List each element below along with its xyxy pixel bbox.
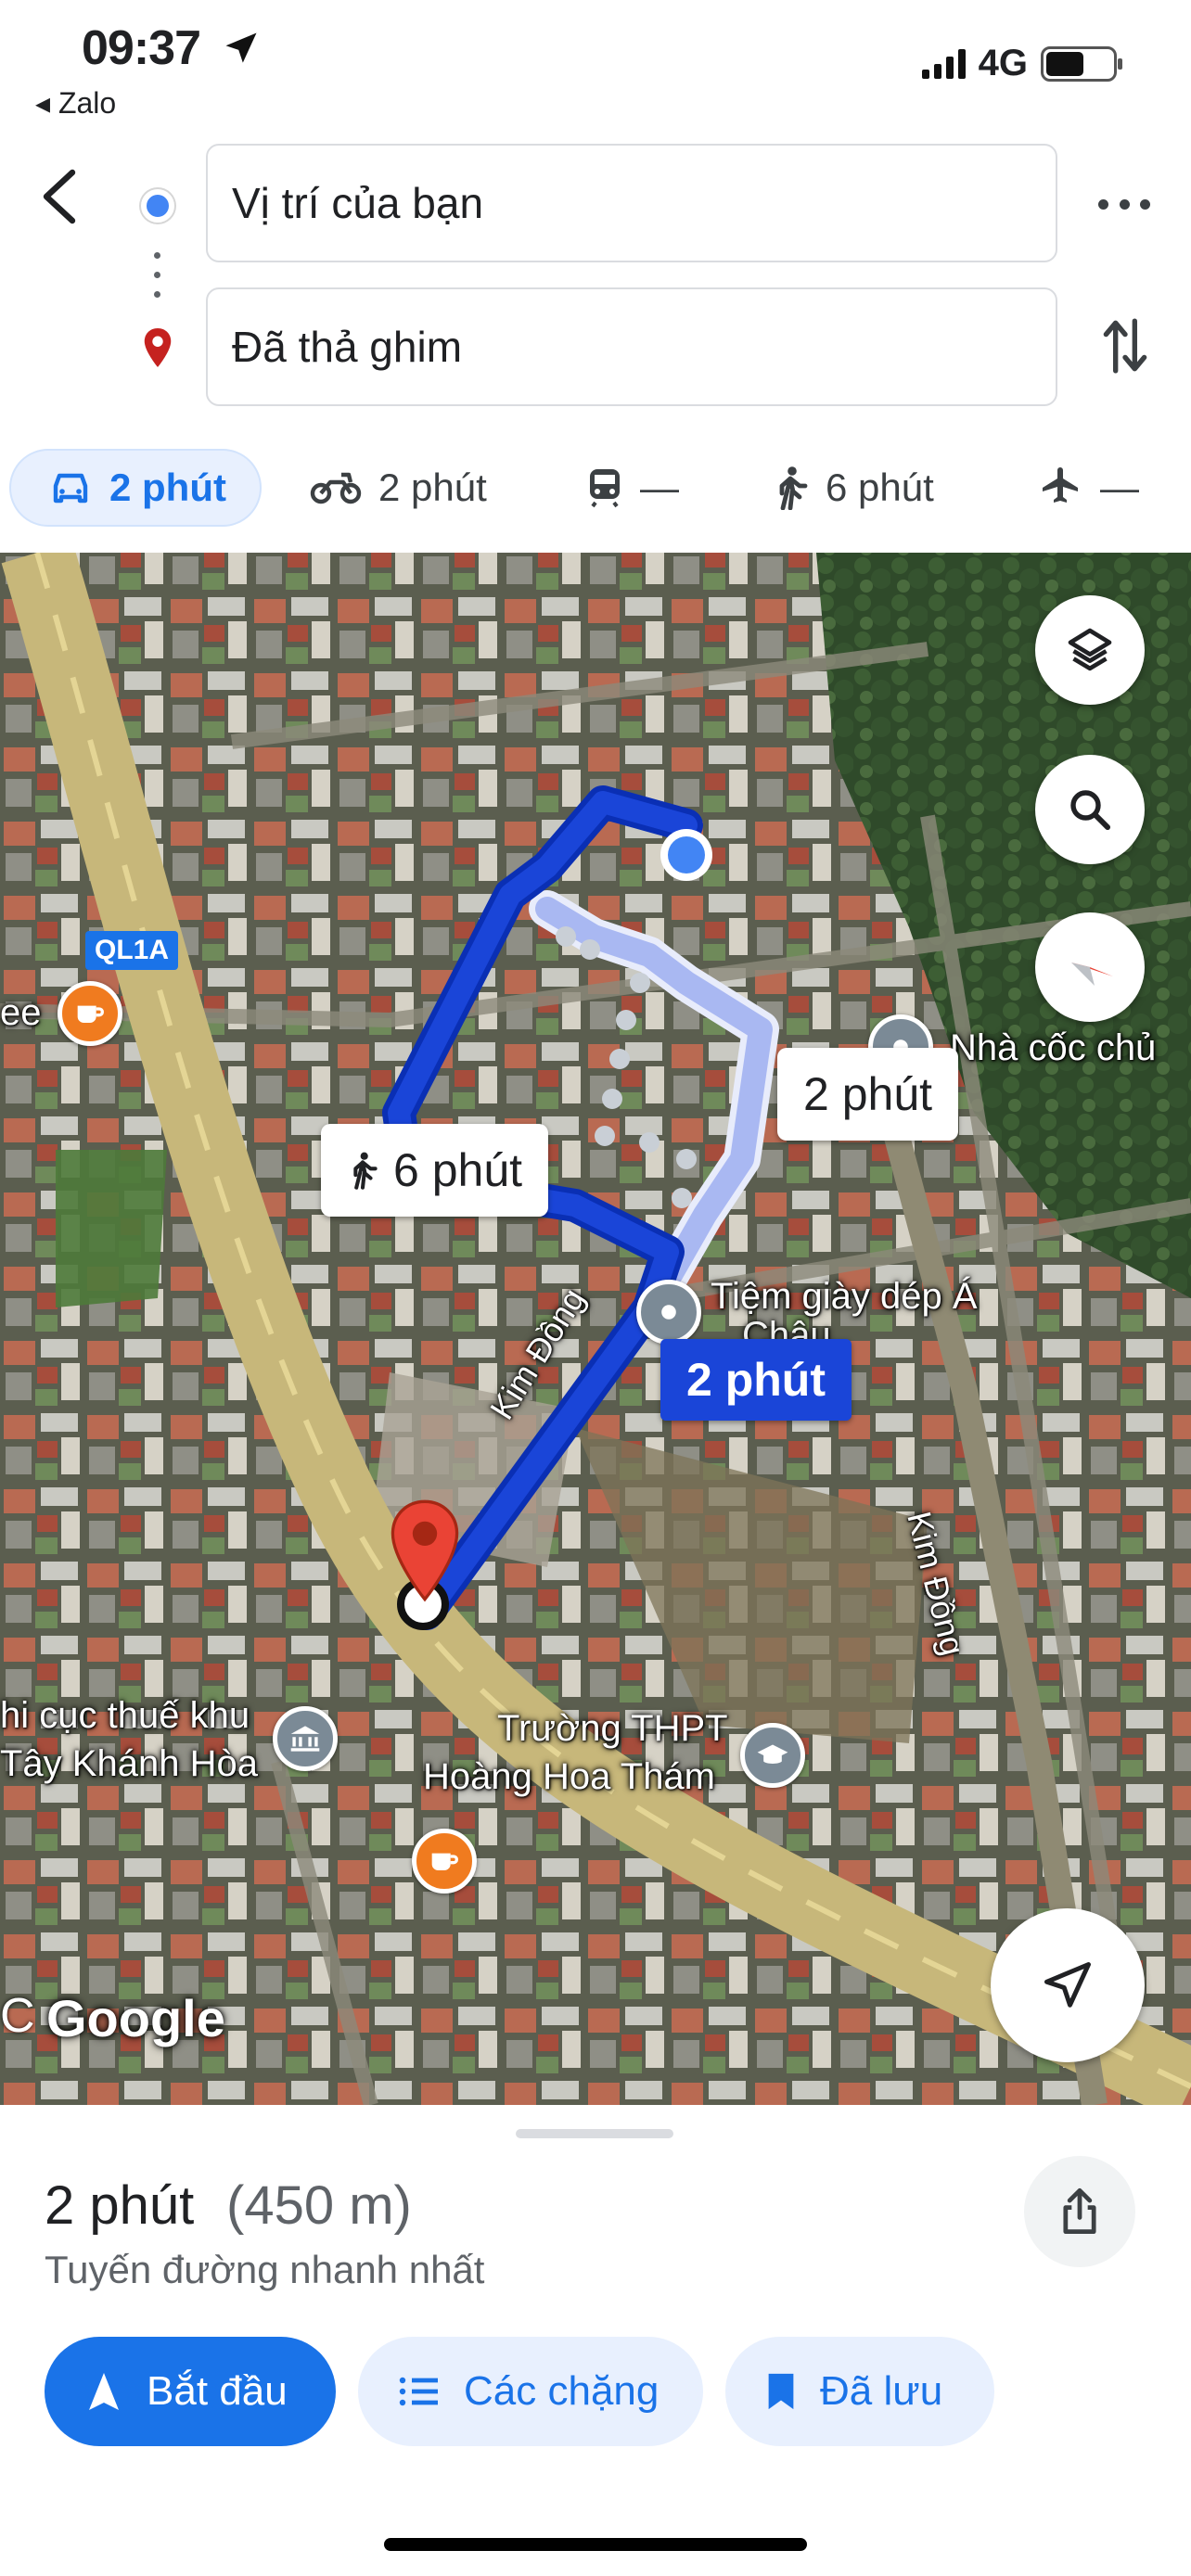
map-label-school: Trường THPT	[497, 1708, 728, 1749]
coffee-cup-icon	[77, 1005, 104, 1023]
coffee-cup-icon	[431, 1853, 458, 1870]
route-connector-icon	[154, 252, 161, 300]
graduation-cap-icon	[757, 1744, 788, 1764]
cell-signal-icon	[921, 48, 966, 79]
map-label-tax-office-2: Tây Khánh Hòa	[0, 1743, 258, 1784]
more-options-icon[interactable]	[1098, 181, 1150, 227]
flight-icon	[1043, 467, 1078, 503]
mode-label-car: 2 phút	[109, 465, 226, 509]
map-label-edge: C	[0, 1989, 35, 2043]
school-icon[interactable]	[740, 1723, 805, 1788]
map-label-school-2: Hoàng Hoa Thám	[423, 1756, 715, 1797]
cafe-icon[interactable]	[58, 981, 122, 1046]
map-label-tiem-giay: Tiệm giày dép Á	[711, 1276, 978, 1317]
main-route-callout[interactable]: 2 phút	[660, 1339, 852, 1421]
network-type: 4G	[978, 43, 1028, 83]
status-indicators: 4G	[921, 43, 1122, 84]
destination-field[interactable]: Đã thả ghim	[206, 287, 1057, 406]
walk-time-label: 6 phút	[393, 1144, 523, 1196]
map-label-tax-office: hi cục thuế khu	[0, 1695, 250, 1736]
start-navigation-button[interactable]: Bắt đầu	[45, 2337, 336, 2446]
cafe-icon-2[interactable]	[412, 1829, 477, 1894]
status-time: 09:37	[82, 21, 201, 75]
building-columns-icon	[290, 1726, 320, 1752]
swap-direction-icon[interactable]	[1102, 315, 1148, 376]
government-building-icon[interactable]	[273, 1706, 338, 1771]
search-icon	[1070, 790, 1111, 831]
navigation-arrow-icon	[1044, 1962, 1091, 2008]
road-badge-ql1a: QL1A	[85, 931, 179, 970]
summary-duration: 2 phút	[45, 2175, 195, 2236]
status-bar: 09:37 ◂ Zalo 4G	[0, 0, 1191, 130]
start-label: Bắt đầu	[147, 2368, 288, 2414]
mode-tab-flight[interactable]: —	[1039, 449, 1139, 527]
compass-button[interactable]	[1035, 912, 1145, 1022]
satellite-imagery	[0, 553, 1191, 2105]
place-dot-icon	[661, 1305, 676, 1320]
layers-button[interactable]	[1035, 595, 1145, 705]
origin-field[interactable]: Vị trí của bạn	[206, 144, 1057, 262]
bookmark-icon	[768, 2373, 794, 2410]
compass-icon	[1071, 963, 1113, 986]
origin-dot-icon	[141, 189, 174, 223]
share-button[interactable]	[1024, 2156, 1135, 2267]
navigation-icon	[89, 2373, 119, 2410]
transport-mode-tabs: 2 phút 2 phút — 6 phút —	[0, 449, 1191, 534]
list-icon	[399, 2377, 438, 2406]
mode-tab-transit[interactable]: —	[586, 449, 679, 527]
dropped-pin-icon[interactable]	[388, 1498, 462, 1602]
share-icon	[1063, 2187, 1096, 2235]
mode-label-flight: —	[1100, 465, 1139, 509]
steps-button[interactable]: Các chặng	[358, 2337, 703, 2446]
mode-tab-motorbike[interactable]: 2 phút	[310, 449, 487, 527]
alt-route-time-label: 2 phút	[803, 1068, 933, 1120]
transit-icon	[590, 469, 620, 508]
mode-label-transit: —	[640, 465, 679, 509]
sheet-grab-handle[interactable]	[516, 2129, 673, 2138]
mode-tab-walk[interactable]: 6 phút	[772, 449, 934, 527]
main-route-time-label: 2 phút	[686, 1354, 826, 1406]
battery-icon	[1041, 45, 1122, 82]
map-label-cafe-partial: ee	[0, 992, 42, 1033]
mode-tab-car[interactable]: 2 phút	[9, 449, 262, 527]
home-indicator	[384, 2538, 807, 2551]
map-search-button[interactable]	[1035, 755, 1145, 864]
layers-icon	[1068, 628, 1112, 671]
back-to-app-link[interactable]: ◂ Zalo	[35, 85, 116, 121]
google-logo: Google	[46, 1989, 225, 2047]
back-app-label: Zalo	[58, 86, 117, 120]
walk-time-callout[interactable]: 6 phút	[321, 1124, 549, 1217]
shoe-store-pin-icon[interactable]	[636, 1280, 701, 1345]
map-view[interactable]: QL1A ee Nhà cốc chủ Tiệm giày dép Á Châu…	[0, 553, 1191, 2105]
saved-button[interactable]: Đã lưu	[725, 2337, 994, 2446]
walk-icon	[779, 466, 808, 510]
recenter-button[interactable]	[991, 1908, 1145, 2062]
car-icon	[53, 473, 88, 504]
motorbike-icon	[310, 472, 362, 504]
alt-route-callout[interactable]: 2 phút	[777, 1048, 959, 1141]
saved-label: Đã lưu	[820, 2368, 943, 2414]
map-label-nha-coc-chu: Nhà cốc chủ	[950, 1027, 1157, 1068]
summary-subtitle: Tuyến đường nhanh nhất	[45, 2248, 485, 2291]
walk-icon	[353, 1152, 378, 1190]
mode-label-walk: 6 phút	[826, 465, 934, 509]
back-arrow-icon[interactable]	[35, 167, 83, 226]
summary-distance: (450 m)	[226, 2175, 412, 2236]
mode-label-motorbike: 2 phút	[378, 465, 487, 509]
location-arrow-icon	[225, 32, 257, 63]
destination-pin-icon	[144, 328, 172, 367]
steps-label: Các chặng	[464, 2368, 660, 2414]
